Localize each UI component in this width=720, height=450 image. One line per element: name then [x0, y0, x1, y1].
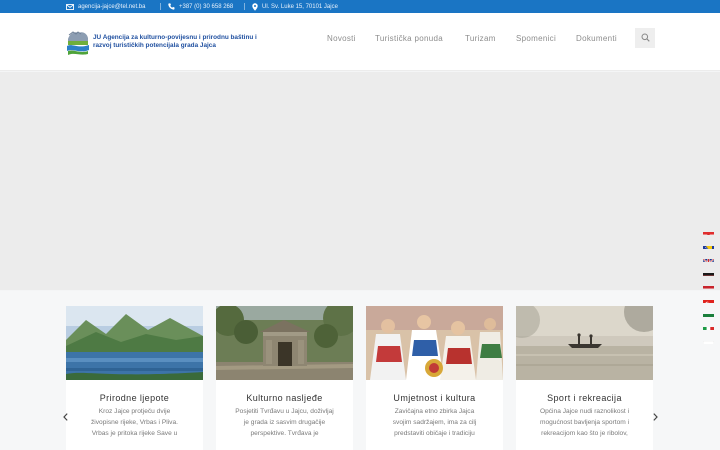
- card-title: Sport i rekreacija: [547, 393, 622, 403]
- card-image-folk-dancers[interactable]: [366, 306, 503, 380]
- card-excerpt-line: je grada iz sasvim drugačije: [243, 419, 326, 426]
- nav-item-turisticka-ponuda[interactable]: Turistička ponuda: [375, 34, 443, 47]
- nav-item-novosti[interactable]: Novosti: [327, 34, 356, 47]
- feature-cards-section: Prirodne ljepote Kroz Jajce protječu dvi…: [0, 291, 720, 450]
- chevron-left-icon: [62, 408, 68, 426]
- flag-uk-icon[interactable]: [703, 254, 714, 263]
- card-sport-i-rekreacija[interactable]: Sport i rekreacija Općina Jajce nudi raz…: [516, 306, 653, 450]
- nav-item-spomenici[interactable]: Spomenici: [516, 34, 556, 47]
- email-contact[interactable]: agencija-jajce@tel.net.ba: [66, 0, 145, 13]
- address-text: Ul. Sv. Luke 15, 70101 Jajce: [262, 3, 338, 10]
- card-excerpt-line: svojim sadržajem, ima za cilj: [392, 419, 477, 426]
- flag-bosnia-icon[interactable]: [703, 241, 714, 249]
- phone-contact[interactable]: +387 (0) 30 658 268: [168, 0, 233, 13]
- language-switcher: [703, 227, 715, 349]
- nav-item-dokumenti[interactable]: Dokumenti: [576, 34, 617, 47]
- card-title: Umjetnost i kultura: [393, 393, 476, 403]
- card-image-foggy-lake[interactable]: [516, 306, 653, 380]
- card-excerpt-line: Općina Jajce nudi raznolikost i: [539, 408, 630, 415]
- card-umjetnost-i-kultura[interactable]: Umjetnost i kultura Zavičajna etno zbirk…: [366, 306, 503, 450]
- card-excerpt-line: predstaviti običaje i tradiciju: [394, 430, 475, 437]
- logo-emblem: [66, 29, 90, 56]
- logo-line-2: razvoj turističkih potencijala grada Jaj…: [93, 42, 216, 49]
- hero-slider[interactable]: [0, 72, 720, 290]
- flag-croatia-icon[interactable]: [703, 227, 714, 235]
- card-excerpt: Zavičajna etno zbirka Jajca svojim sadrž…: [375, 406, 494, 439]
- logo-text: JU Agencija za kulturno-povijesnu i prir…: [93, 34, 257, 51]
- card-excerpt-line: mogućnost bavljenja sportom i: [539, 419, 630, 426]
- site-logo[interactable]: JU Agencija za kulturno-povijesnu i prir…: [66, 27, 266, 57]
- flag-poland-icon[interactable]: [703, 336, 714, 344]
- flag-saudi-arabia-icon[interactable]: [703, 309, 714, 317]
- divider: [244, 3, 245, 10]
- divider: [160, 3, 161, 10]
- card-image-lake[interactable]: [66, 306, 203, 380]
- carousel-prev-button[interactable]: [60, 411, 70, 423]
- card-excerpt-line: perspektive. Tvrđava je: [250, 430, 319, 437]
- card-image-tomb[interactable]: [216, 306, 353, 380]
- card-excerpt-line: rekreacijom kao što je ribolov,: [541, 430, 628, 437]
- card-excerpt: Posjetiti Tvrđavu u Jajcu, doživljaj je …: [225, 406, 344, 439]
- carousel-next-button[interactable]: [650, 411, 660, 423]
- card-excerpt-line: Kroz Jajce protječu dvije: [98, 408, 171, 415]
- envelope-icon: [66, 3, 74, 10]
- card-excerpt-line: živopisne rijeke, Vrbas i Pliva.: [91, 419, 178, 426]
- address-contact: Ul. Sv. Luke 15, 70101 Jajce: [252, 0, 338, 13]
- map-pin-icon: [252, 2, 258, 11]
- card-title: Prirodne ljepote: [99, 393, 170, 403]
- card-title: Kulturno nasljeđe: [246, 393, 323, 403]
- phone-text[interactable]: +387 (0) 30 658 268: [179, 4, 233, 10]
- card-excerpt-line: Vrbas je pritoka rijeke Save u: [91, 430, 178, 437]
- email-text[interactable]: agencija-jajce@tel.net.ba: [78, 4, 145, 10]
- card-prirodne-ljepote[interactable]: Prirodne ljepote Kroz Jajce protječu dvi…: [66, 306, 203, 450]
- flag-italy-icon[interactable]: [703, 322, 714, 331]
- flag-turkey-icon[interactable]: [703, 295, 714, 303]
- nav-item-turizam[interactable]: Turizam: [465, 34, 496, 47]
- card-excerpt-line: Posjetiti Tvrđavu u Jajcu, doživljaj: [235, 408, 334, 415]
- site-header: JU Agencija za kulturno-povijesnu i prir…: [0, 13, 720, 71]
- top-contact-bar: agencija-jajce@tel.net.ba +387 (0) 30 65…: [0, 0, 720, 13]
- search-button[interactable]: [635, 28, 655, 48]
- flag-germany-icon[interactable]: [703, 268, 714, 276]
- search-icon: [641, 29, 650, 47]
- phone-icon: [168, 3, 175, 10]
- card-excerpt: Općina Jajce nudi raznolikost i mogućnos…: [525, 406, 644, 439]
- chevron-right-icon: [652, 408, 658, 426]
- card-kulturno-nasljedje[interactable]: Kulturno nasljeđe Posjetiti Tvrđavu u Ja…: [216, 306, 353, 450]
- card-excerpt-line: Zavičajna etno zbirka Jajca: [394, 408, 475, 415]
- logo-line-1: JU Agencija za kulturno-povijesnu i prir…: [93, 33, 257, 41]
- card-excerpt: Kroz Jajce protječu dvije živopisne rije…: [75, 406, 194, 439]
- flag-netherlands-icon[interactable]: [703, 281, 714, 290]
